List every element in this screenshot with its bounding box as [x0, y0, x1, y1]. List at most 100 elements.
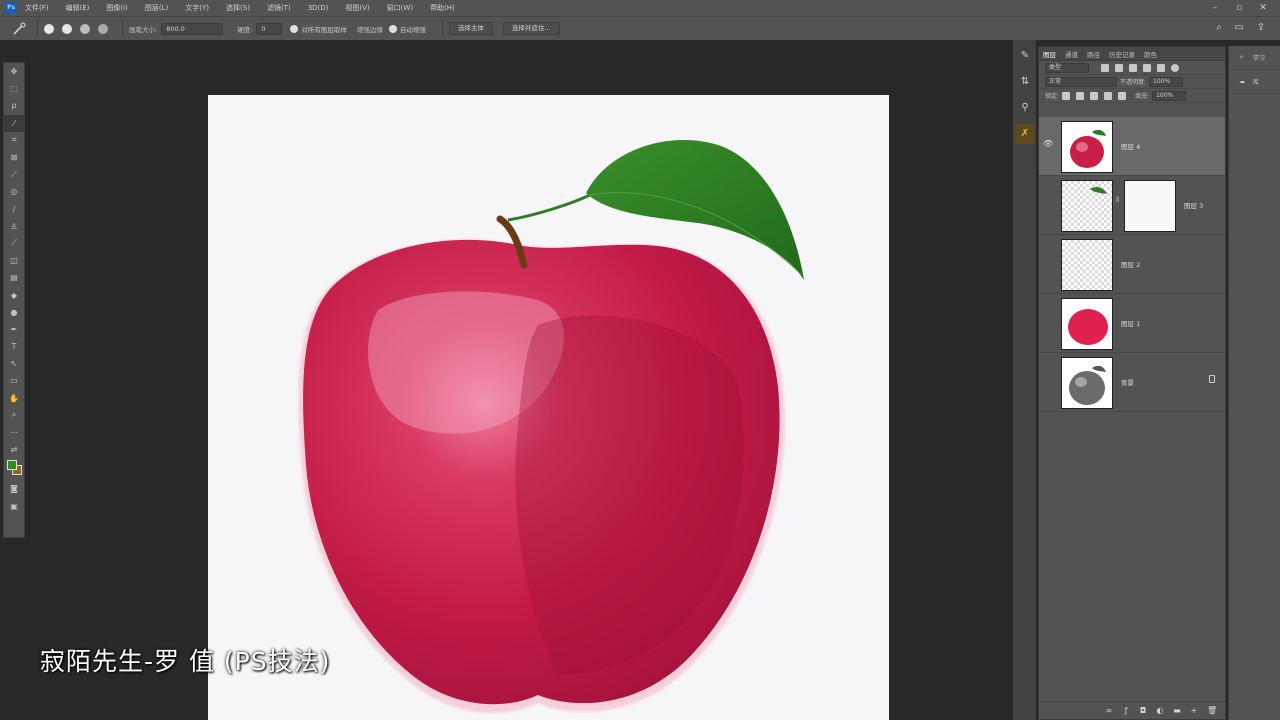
layer-name[interactable]: 图层 2	[1121, 259, 1140, 269]
layer-name[interactable]: 图层 4	[1121, 141, 1140, 151]
layer-row[interactable]: 背景	[1039, 353, 1225, 412]
filter-toggle-icon[interactable]	[1171, 63, 1179, 72]
filter-pixel-icon[interactable]	[1101, 63, 1109, 72]
filter-shape-icon[interactable]	[1143, 63, 1151, 72]
add-selection-icon[interactable]	[62, 23, 72, 34]
filter-type-icon[interactable]	[1129, 63, 1137, 72]
fx-icon[interactable]: ƒ	[1122, 706, 1130, 715]
tab-color[interactable]: 颜色	[1144, 49, 1157, 59]
adjust-icon[interactable]: ⇅	[1015, 72, 1035, 92]
subtract-selection-icon[interactable]	[80, 23, 90, 34]
healing-tool[interactable]: ◎	[4, 183, 24, 200]
quick-mask-icon[interactable]: ◙	[4, 480, 24, 497]
close-icon[interactable]: ✕	[1254, 0, 1272, 16]
brush-settings-icon[interactable]: ✎	[1015, 46, 1035, 66]
layer-name[interactable]: 图层 3	[1184, 200, 1203, 210]
tab-channels[interactable]: 通道	[1065, 49, 1078, 59]
pen-tool[interactable]: ✒	[4, 321, 24, 338]
stamp-tool[interactable]: ♙	[4, 218, 24, 235]
fill-field[interactable]: 100%	[1152, 90, 1187, 101]
hand-tool[interactable]: ✋	[4, 390, 24, 407]
add-mask-icon[interactable]: ◘	[1139, 706, 1147, 715]
foreground-color-swatch[interactable]	[7, 460, 17, 471]
shape-tool[interactable]: ▭	[4, 372, 24, 389]
mode-field[interactable]: 800.0	[161, 22, 224, 35]
menu-select[interactable]: 选择(S)	[226, 3, 250, 13]
intersect-selection-icon[interactable]	[98, 23, 108, 34]
visibility-eye-icon[interactable]: 👁	[1043, 139, 1053, 148]
adjustment-layer-icon[interactable]: ◐	[1156, 706, 1164, 715]
layer-row[interactable]: 👁 图层 4	[1039, 117, 1225, 176]
zoom-tool[interactable]: ⌕	[4, 407, 24, 424]
layer-row[interactable]: ⦀ 图层 3	[1039, 176, 1225, 235]
new-layer-icon[interactable]: +	[1190, 706, 1198, 715]
active-panel-icon[interactable]: ✗	[1015, 124, 1035, 144]
share-icon[interactable]: ⇪	[1252, 16, 1270, 40]
lock-transparent-icon[interactable]	[1062, 91, 1071, 100]
tab-paths[interactable]: 路径	[1087, 49, 1100, 59]
lasso-tool[interactable]: ρ	[4, 97, 24, 114]
blur-tool[interactable]: ◆	[4, 286, 24, 303]
search-icon[interactable]: ⌕	[1210, 16, 1228, 40]
menu-3d[interactable]: 3D(D)	[308, 4, 329, 12]
menu-window[interactable]: 窗口(W)	[387, 3, 413, 13]
menu-view[interactable]: 视图(V)	[345, 3, 369, 13]
maximize-icon[interactable]: ▫	[1230, 0, 1248, 16]
menu-layer[interactable]: 图层(L)	[145, 3, 168, 13]
history-brush-tool[interactable]: ⟋	[4, 235, 24, 252]
lock-artboard-icon[interactable]	[1104, 91, 1113, 100]
new-selection-icon[interactable]	[44, 23, 54, 34]
eraser-tool[interactable]: ◫	[4, 252, 24, 269]
kind-filter-dropdown[interactable]: 类型	[1045, 62, 1089, 73]
lock-position-icon[interactable]	[1090, 91, 1099, 100]
dodge-tool[interactable]: ●	[4, 304, 24, 321]
lock-all-icon[interactable]	[1118, 91, 1127, 100]
frame-tool[interactable]: ⊠	[4, 149, 24, 166]
menu-help[interactable]: 帮助(H)	[430, 3, 455, 13]
menu-edit[interactable]: 编辑(E)	[66, 3, 90, 13]
link-layers-icon[interactable]: ∞	[1105, 706, 1113, 715]
menu-file[interactable]: 文件(F)	[25, 3, 49, 13]
auto-enhance-checkbox[interactable]: 自动增强	[388, 24, 426, 34]
crop-tool[interactable]: ⌗	[4, 132, 24, 149]
menu-type[interactable]: 文字(Y)	[185, 3, 209, 13]
more-tools[interactable]: ⋯	[4, 424, 24, 441]
document-canvas[interactable]	[208, 95, 889, 720]
screen-mode-icon[interactable]: ▣	[4, 498, 24, 515]
lock-pixels-icon[interactable]	[1076, 91, 1085, 100]
tool-presets-icon[interactable]: ⚲	[1015, 98, 1035, 118]
select-and-mask-button[interactable]: 选择并遮住...	[502, 22, 560, 35]
tab-layers[interactable]: 图层	[1043, 49, 1056, 59]
quick-selection-tool[interactable]: ⁄	[4, 114, 24, 132]
layer-row[interactable]: 图层 1	[1039, 294, 1225, 353]
filter-smart-icon[interactable]	[1157, 63, 1165, 72]
layer-name[interactable]: 背景	[1121, 377, 1134, 387]
layer-mask-thumbnail[interactable]	[1124, 180, 1176, 232]
layer-row[interactable]: 图层 2	[1039, 235, 1225, 294]
marquee-tool[interactable]: ⬚	[4, 80, 24, 97]
move-tool[interactable]: ✥	[4, 63, 24, 80]
trash-icon[interactable]: 🗑	[1207, 706, 1217, 715]
minimize-icon[interactable]: –	[1206, 0, 1224, 16]
new-group-icon[interactable]: ▬	[1173, 706, 1181, 715]
eyedropper-tool[interactable]: ⟋	[4, 166, 24, 183]
hardness-field[interactable]: 0	[256, 22, 283, 35]
blend-mode-dropdown[interactable]: 正常	[1045, 76, 1117, 87]
mask-link-icon[interactable]: ⦀	[1116, 196, 1120, 212]
workspace-icon[interactable]: ▭	[1230, 16, 1248, 40]
type-tool[interactable]: T	[4, 338, 24, 355]
learn-panel-button[interactable]: ✧ 学习	[1229, 46, 1280, 70]
opacity-field[interactable]: 100%	[1149, 76, 1184, 87]
path-select-tool[interactable]: ↖	[4, 355, 24, 372]
select-subject-button[interactable]: 选择主体	[448, 22, 493, 35]
swap-colors-icon[interactable]: ⇄	[4, 441, 24, 458]
filter-adjust-icon[interactable]	[1115, 63, 1123, 72]
layer-name[interactable]: 图层 1	[1121, 318, 1140, 328]
quick-selection-tool-preset[interactable]	[7, 19, 31, 39]
sample-all-checkbox[interactable]: 对所有图层取样	[290, 24, 347, 34]
tab-history[interactable]: 历史记录	[1109, 49, 1135, 59]
menu-image[interactable]: 图像(I)	[106, 3, 128, 13]
menu-filter[interactable]: 滤镜(T)	[267, 3, 291, 13]
brush-tool[interactable]: /	[4, 201, 24, 218]
gradient-tool[interactable]: ▤	[4, 269, 24, 286]
